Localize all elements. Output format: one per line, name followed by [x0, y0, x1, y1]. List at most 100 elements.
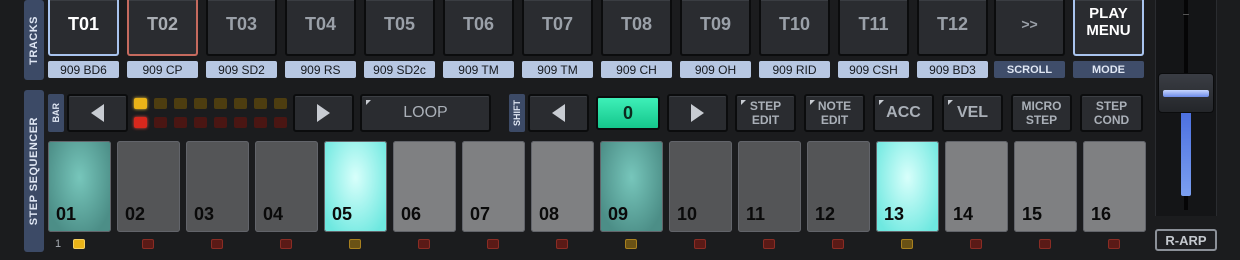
- step-pad-10[interactable]: 10: [669, 141, 732, 232]
- step-edit-button[interactable]: STEP EDIT: [735, 94, 796, 132]
- step-pad-number: 12: [815, 204, 836, 224]
- corner-mark-icon: [948, 100, 953, 105]
- acc-label: ACC: [886, 104, 921, 121]
- bar-next-button[interactable]: [293, 94, 354, 132]
- bar-prev-button[interactable]: [67, 94, 128, 132]
- step-pad-number: 07: [470, 204, 491, 224]
- step-pad-07[interactable]: 07: [462, 141, 525, 232]
- track-button-t11[interactable]: T11: [838, 0, 909, 56]
- loop-button[interactable]: LOOP: [360, 94, 491, 132]
- vel-button[interactable]: VEL: [942, 94, 1003, 132]
- step-edit-line2: EDIT: [751, 113, 780, 127]
- step-pad-number: 04: [263, 204, 284, 224]
- track-name-t02: 909 CP: [127, 61, 198, 78]
- track-button-t12[interactable]: T12: [917, 0, 988, 56]
- shift-label: SHIFT: [509, 94, 525, 132]
- fader-tick: [1183, 14, 1189, 15]
- step-pad-14[interactable]: 14: [945, 141, 1008, 232]
- track-name-t11: 909 CSH: [838, 61, 909, 78]
- bar-position-led: [234, 98, 247, 109]
- step-indicator-icon: [142, 239, 154, 249]
- bar-length-led: [154, 117, 167, 128]
- track-name-t04: 909 RS: [285, 61, 356, 78]
- step-indicator-icon: [970, 239, 982, 249]
- step-pad-08[interactable]: 08: [531, 141, 594, 232]
- acc-button[interactable]: ACC: [873, 94, 934, 132]
- step-pad-01[interactable]: 01: [48, 141, 111, 232]
- step-cond-line1: STEP: [1095, 99, 1128, 113]
- corner-mark-icon: [366, 100, 371, 105]
- play-menu-button[interactable]: PLAY MENU: [1073, 0, 1144, 56]
- note-edit-button[interactable]: NOTE EDIT: [804, 94, 865, 132]
- r-arp-button[interactable]: R-ARP: [1155, 229, 1217, 251]
- shift-right-button[interactable]: [667, 94, 728, 132]
- step-indicator-icon: [73, 239, 85, 249]
- track-button-t02[interactable]: T02: [127, 0, 198, 56]
- track-button-t06[interactable]: T06: [443, 0, 514, 56]
- step-indicator-icon: [280, 239, 292, 249]
- step-pad-04[interactable]: 04: [255, 141, 318, 232]
- track-name-t10: 909 RID: [759, 61, 830, 78]
- step-pad-13[interactable]: 13: [876, 141, 939, 232]
- shift-left-button[interactable]: [528, 94, 589, 132]
- track-button-t01[interactable]: T01: [48, 0, 119, 56]
- micro-step-line2: STEP: [1025, 113, 1058, 127]
- bar-label: BAR: [48, 94, 64, 132]
- track-name-t12: 909 BD3: [917, 61, 988, 78]
- track-button-t04[interactable]: T04: [285, 0, 356, 56]
- track-button-t03[interactable]: T03: [206, 0, 277, 56]
- scroll-button[interactable]: >>: [994, 0, 1065, 56]
- step-indicator-icon: [1039, 239, 1051, 249]
- step-pad-11[interactable]: 11: [738, 141, 801, 232]
- step-pad-03[interactable]: 03: [186, 141, 249, 232]
- bar-length-led: [254, 117, 267, 128]
- micro-step-button[interactable]: MICRO STEP: [1011, 94, 1072, 132]
- step-pad-16[interactable]: 16: [1083, 141, 1146, 232]
- track-button-t07[interactable]: T07: [522, 0, 593, 56]
- step-pad-15[interactable]: 15: [1014, 141, 1077, 232]
- track-button-t05[interactable]: T05: [364, 0, 435, 56]
- track-name-t09: 909 OH: [680, 61, 751, 78]
- step-pad-number: 11: [746, 204, 766, 224]
- step-pad-05[interactable]: 05: [324, 141, 387, 232]
- step-pad-number: 06: [401, 204, 422, 224]
- bar-position-led: [214, 98, 227, 109]
- right-arrow-icon: [317, 104, 330, 122]
- fader-handle[interactable]: [1158, 73, 1214, 113]
- shift-value-display: 0: [596, 96, 660, 130]
- track-button-t09[interactable]: T09: [680, 0, 751, 56]
- vel-label: VEL: [956, 104, 989, 121]
- step-indicator-icon: [418, 239, 430, 249]
- note-edit-line2: EDIT: [820, 113, 849, 127]
- track-name-t01: 909 BD6: [48, 61, 119, 78]
- step-pad-number: 16: [1091, 204, 1112, 224]
- step-pad-02[interactable]: 02: [117, 141, 180, 232]
- bar-position-led: [174, 98, 187, 109]
- step-pad-number: 05: [332, 204, 353, 224]
- step-pad-06[interactable]: 06: [393, 141, 456, 232]
- step-pad-12[interactable]: 12: [807, 141, 870, 232]
- track-button-t08[interactable]: T08: [601, 0, 672, 56]
- step-sequencer-section-label: STEP SEQUENCER: [24, 90, 44, 252]
- bar-length-led: [194, 117, 207, 128]
- step-pad-number: 03: [194, 204, 215, 224]
- fader-handle-glow: [1163, 90, 1209, 97]
- track-name-t03: 909 SD2: [206, 61, 277, 78]
- step-pad-number: 14: [953, 204, 974, 224]
- bar-position-led: [134, 98, 147, 109]
- fader-level: [1181, 110, 1191, 196]
- corner-mark-icon: [741, 100, 746, 105]
- right-arrow-icon: [691, 104, 704, 122]
- step-indicator-icon: [211, 239, 223, 249]
- drum-machine-ui: TRACKS STEP SEQUENCER T01 T02 T03 T04 T0…: [0, 0, 1240, 260]
- left-arrow-icon: [91, 104, 104, 122]
- step-indicator-icon: [901, 239, 913, 249]
- step-indicator-icon: [556, 239, 568, 249]
- step-pad-09[interactable]: 09: [600, 141, 663, 232]
- step-cond-button[interactable]: STEP COND: [1080, 94, 1143, 132]
- bar-position-led: [194, 98, 207, 109]
- step-pad-number: 01: [56, 204, 77, 224]
- step-indicator-icon: [487, 239, 499, 249]
- bar-length-led: [174, 117, 187, 128]
- track-button-t10[interactable]: T10: [759, 0, 830, 56]
